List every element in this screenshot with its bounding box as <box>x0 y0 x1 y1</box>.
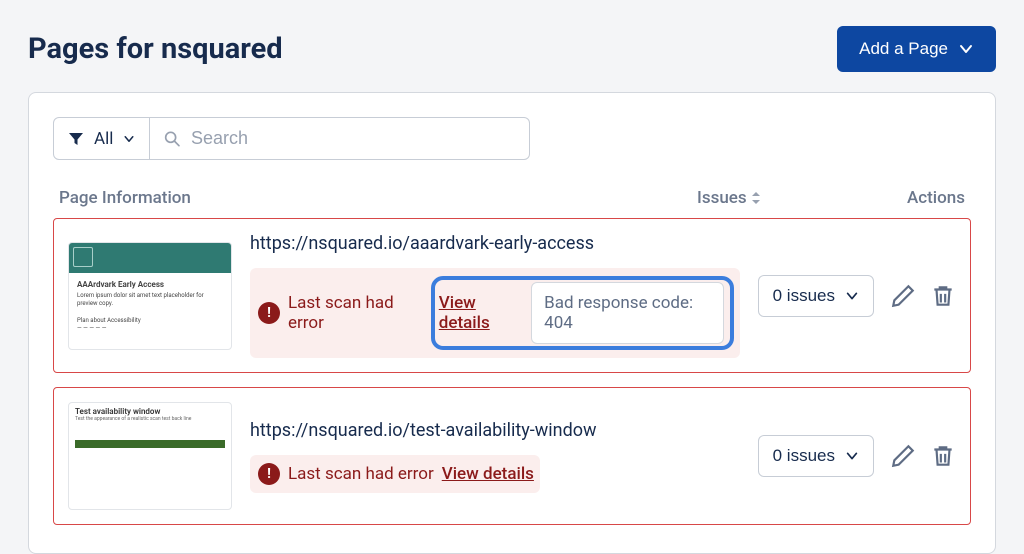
filter-label: All <box>94 129 113 149</box>
action-icons <box>890 283 956 309</box>
row-right: 0 issues <box>758 275 956 317</box>
page-url[interactable]: https://nsquared.io/aaardvark-early-acce… <box>250 233 740 254</box>
page-thumbnail[interactable]: AAArdvark Early AccessLorem ipsum dolor … <box>68 242 232 350</box>
error-icon: ! <box>258 302 280 324</box>
sort-icon <box>751 191 761 205</box>
highlighted-tooltip-group: View details Bad response code: 404 <box>431 276 734 350</box>
error-tooltip: Bad response code: 404 <box>531 282 723 344</box>
table-header: Page Information Issues Actions <box>53 188 971 218</box>
row-right: 0 issues <box>758 435 956 477</box>
error-text: Last scan had error <box>288 464 434 484</box>
chevron-down-icon <box>845 289 859 303</box>
issues-count: 0 issues <box>773 446 835 466</box>
view-details-link[interactable]: View details <box>439 293 523 333</box>
content-panel: All Page Information Issues Actions AAAr… <box>28 92 996 554</box>
trash-icon[interactable] <box>930 283 956 309</box>
page-thumbnail[interactable]: Test availability window Test the appear… <box>68 402 232 510</box>
page-title: Pages for nsquared <box>28 32 283 66</box>
table-row: Test availability window Test the appear… <box>53 387 971 525</box>
chevron-down-icon <box>845 449 859 463</box>
chevron-down-icon <box>123 133 135 145</box>
error-badge: ! Last scan had error View details Bad r… <box>250 268 740 358</box>
action-icons <box>890 443 956 469</box>
view-details-link[interactable]: View details <box>442 464 534 484</box>
filter-row: All <box>53 117 971 160</box>
table-row: AAArdvark Early AccessLorem ipsum dolor … <box>53 218 971 373</box>
add-page-button[interactable]: Add a Page <box>837 26 996 72</box>
issues-count: 0 issues <box>773 286 835 306</box>
issues-button[interactable]: 0 issues <box>758 435 874 477</box>
add-page-label: Add a Page <box>859 39 948 59</box>
error-text: Last scan had error <box>288 293 423 333</box>
issues-button[interactable]: 0 issues <box>758 275 874 317</box>
col-page-info: Page Information <box>59 188 697 208</box>
search-icon <box>164 130 181 148</box>
search-input[interactable] <box>191 128 515 149</box>
filter-dropdown[interactable]: All <box>53 117 150 160</box>
edit-icon[interactable] <box>890 443 916 469</box>
col-issues-label: Issues <box>697 188 747 208</box>
row-main: https://nsquared.io/aaardvark-early-acce… <box>250 233 740 358</box>
page-url[interactable]: https://nsquared.io/test-availability-wi… <box>250 420 740 441</box>
error-badge: ! Last scan had error View details <box>250 455 540 493</box>
search-wrap <box>150 117 530 160</box>
col-actions: Actions <box>827 188 965 208</box>
trash-icon[interactable] <box>930 443 956 469</box>
chevron-down-icon <box>958 41 974 57</box>
col-issues[interactable]: Issues <box>697 188 827 208</box>
filter-icon <box>68 131 84 147</box>
row-main: https://nsquared.io/test-availability-wi… <box>250 420 740 493</box>
edit-icon[interactable] <box>890 283 916 309</box>
error-icon: ! <box>258 463 280 485</box>
